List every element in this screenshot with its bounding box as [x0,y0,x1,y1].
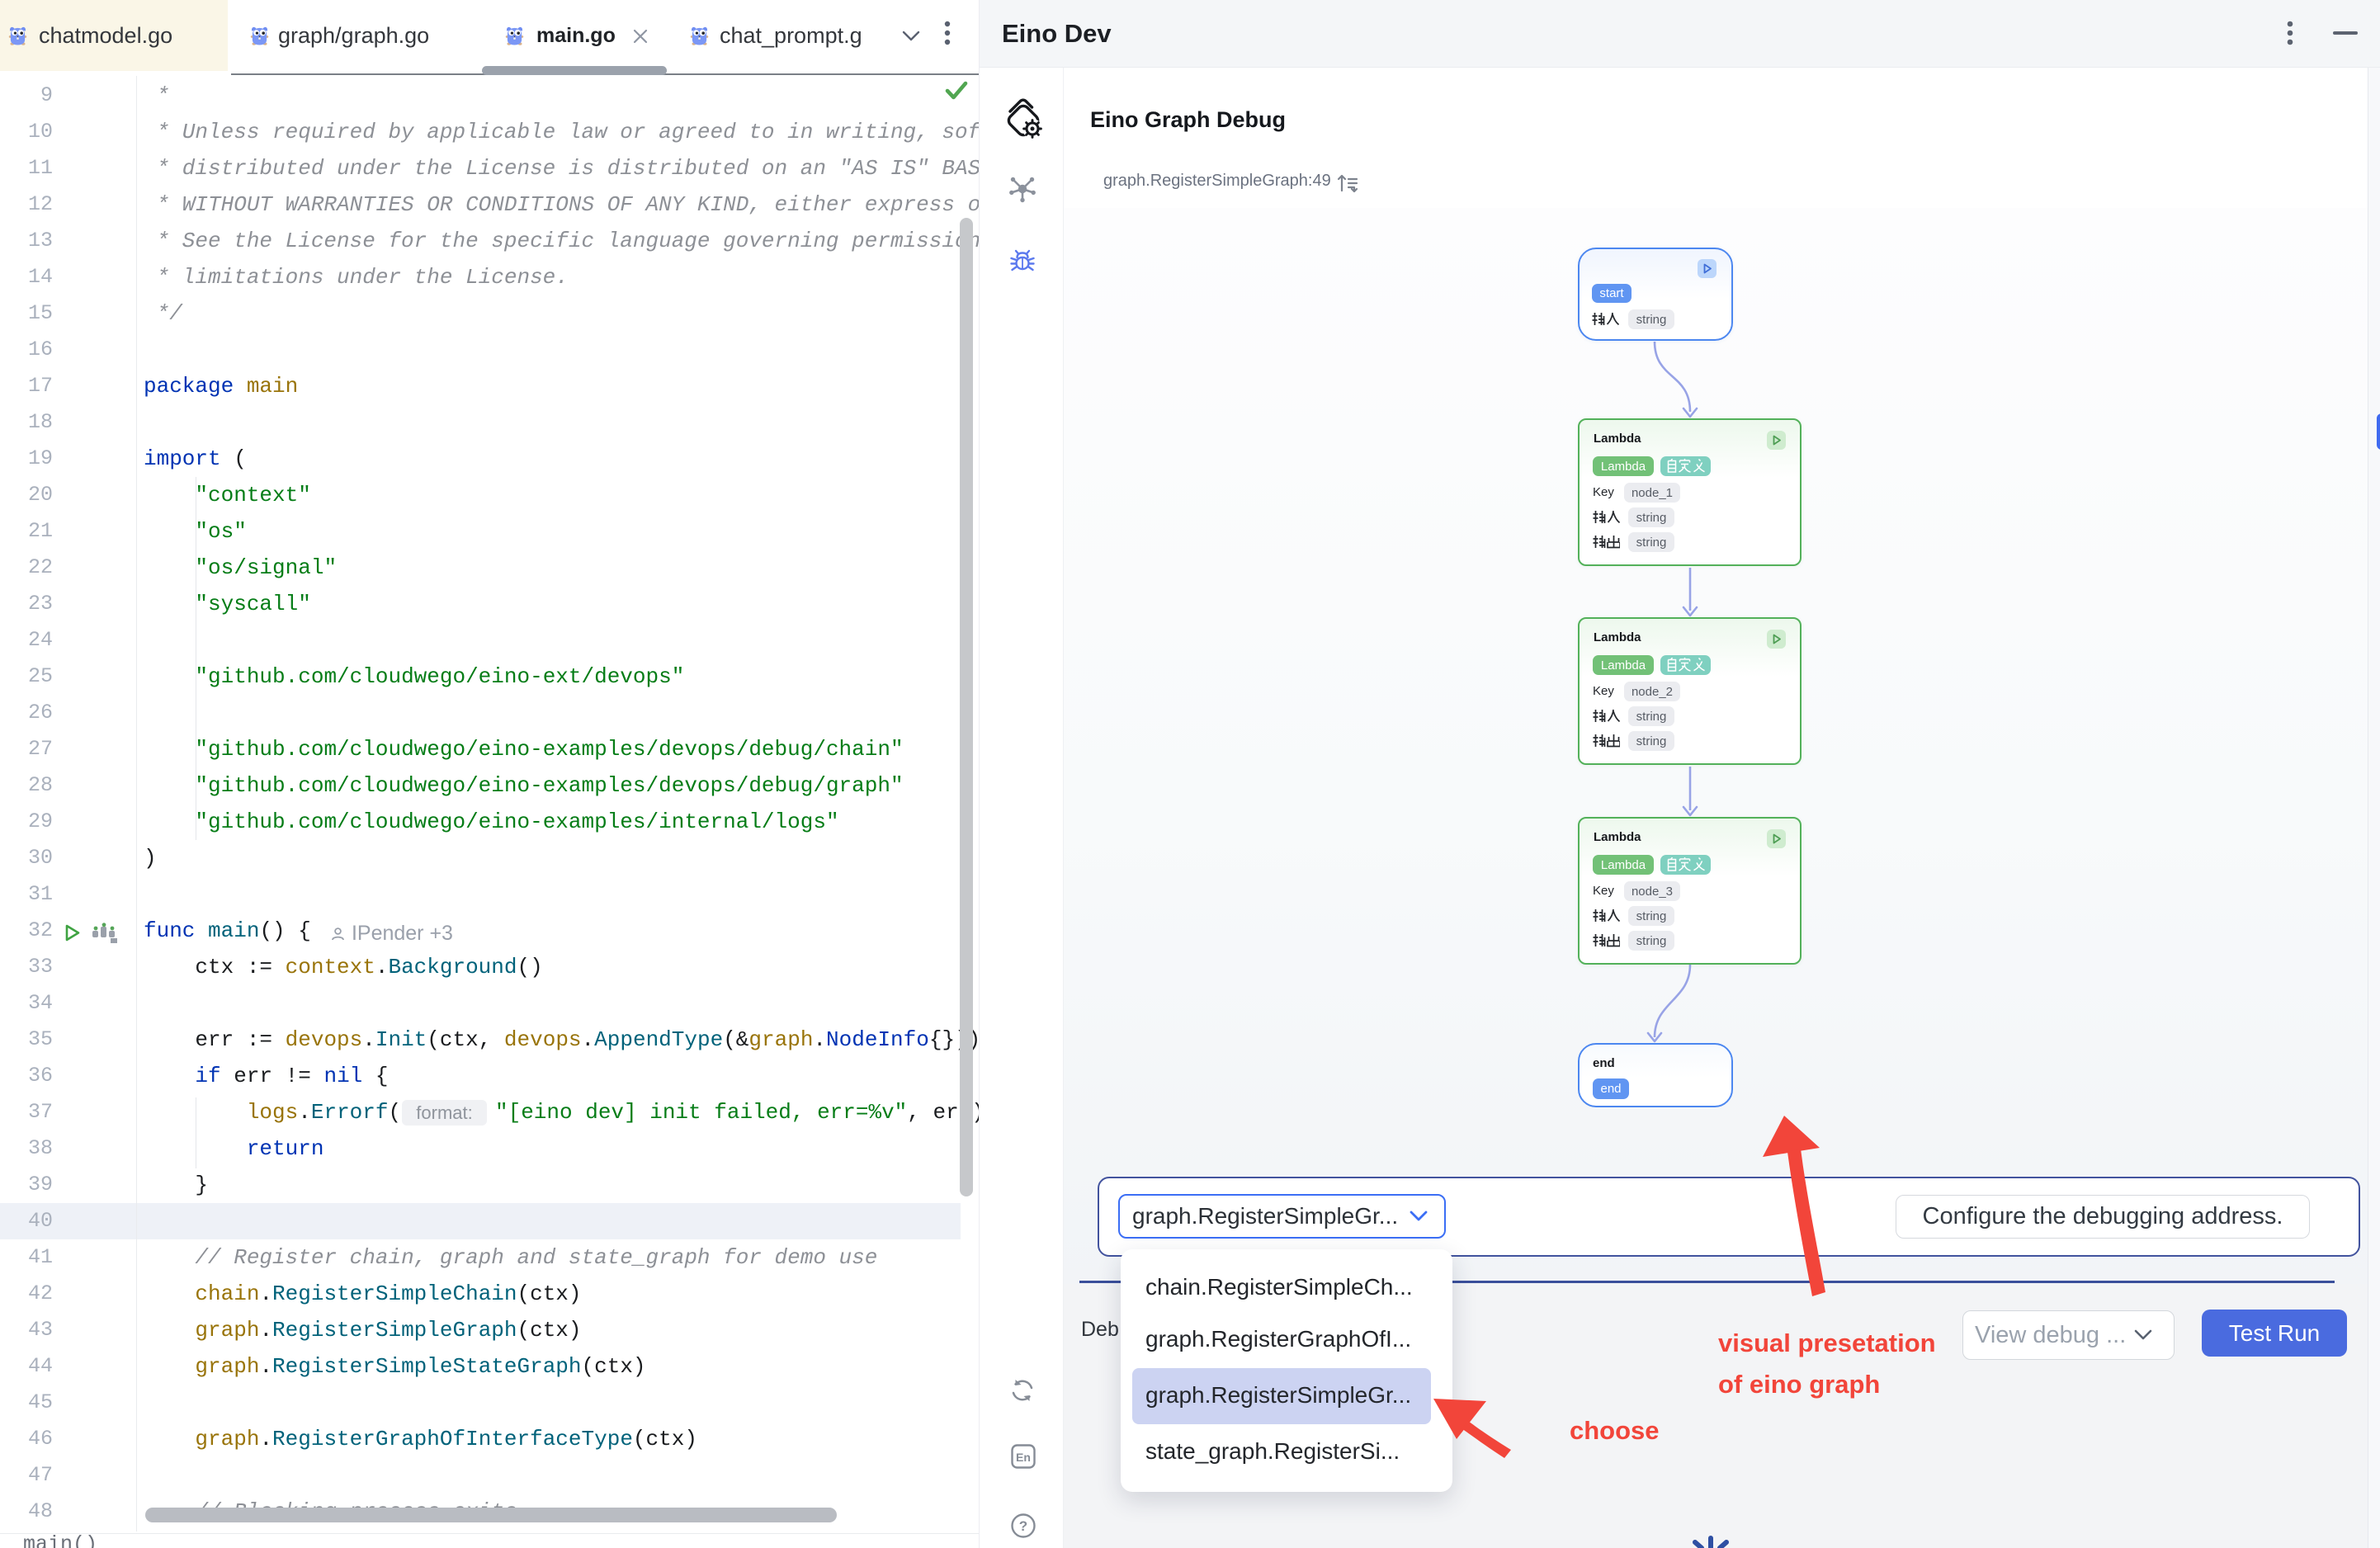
svg-text:En: En [1016,1451,1031,1464]
svg-text:?: ? [1019,1518,1027,1534]
